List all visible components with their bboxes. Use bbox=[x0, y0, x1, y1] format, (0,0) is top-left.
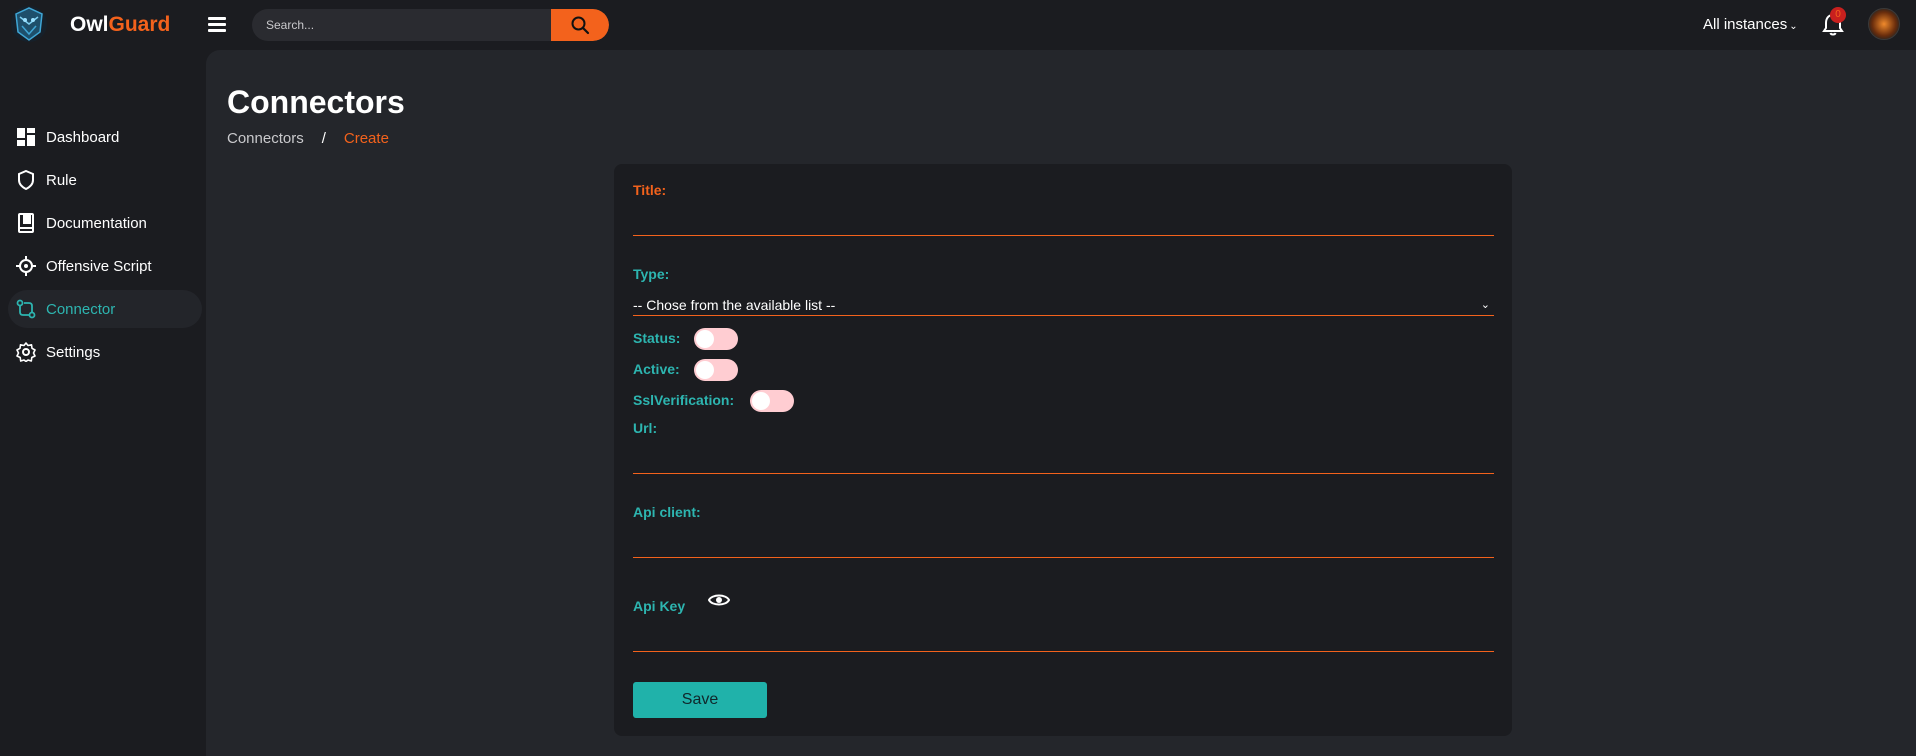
active-label: Active: bbox=[633, 361, 680, 377]
breadcrumb: Connectors / Create bbox=[227, 130, 389, 147]
shield-icon bbox=[16, 170, 36, 190]
dashboard-icon bbox=[16, 127, 36, 147]
status-label: Status: bbox=[633, 330, 681, 346]
chevron-down-icon: ⌄ bbox=[1789, 21, 1798, 32]
api-key-label: Api Key bbox=[633, 598, 686, 614]
api-key-input[interactable] bbox=[633, 616, 1494, 652]
sidebar-item-settings[interactable]: Settings bbox=[8, 333, 202, 371]
sidebar-item-label: Documentation bbox=[46, 214, 147, 232]
sidebar-item-rule[interactable]: Rule bbox=[8, 161, 202, 199]
menu-toggle-icon[interactable] bbox=[208, 17, 226, 32]
search-icon bbox=[571, 16, 590, 35]
main-content: Connectors Connectors / Create Title: Type… bbox=[206, 50, 1916, 756]
page-title: Connectors bbox=[227, 84, 405, 120]
sidebar-item-connector[interactable]: Connector bbox=[8, 290, 202, 328]
breadcrumb-separator: / bbox=[321, 130, 326, 147]
api-client-label: Api client: bbox=[633, 504, 701, 520]
git-compare-icon bbox=[16, 299, 36, 319]
type-label: Type: bbox=[633, 266, 670, 282]
type-select-value: -- Chose from the available list -- bbox=[633, 296, 836, 313]
status-toggle[interactable] bbox=[694, 328, 738, 350]
chevron-down-icon: ⌄ bbox=[1480, 299, 1490, 311]
search-button[interactable] bbox=[551, 9, 609, 41]
type-select[interactable]: -- Chose from the available list -- ⌄ bbox=[633, 294, 1494, 316]
search-bar bbox=[252, 9, 609, 41]
active-toggle[interactable] bbox=[694, 359, 738, 381]
sidebar: Dashboard Rule Documentation Offensive S… bbox=[0, 50, 205, 756]
brand-name[interactable]: OwlGuard bbox=[70, 13, 170, 37]
brand-name-part1: Owl bbox=[70, 13, 109, 36]
sidebar-item-label: Connector bbox=[46, 300, 116, 318]
sidebar-item-label: Dashboard bbox=[46, 128, 120, 146]
sidebar-item-offensive-script[interactable]: Offensive Script bbox=[8, 247, 202, 285]
notification-count-badge: 0 bbox=[1830, 7, 1846, 23]
title-input[interactable] bbox=[633, 206, 1494, 236]
crosshair-icon bbox=[16, 256, 36, 276]
book-icon bbox=[16, 213, 36, 233]
instances-label: All instances bbox=[1703, 16, 1788, 33]
url-input[interactable] bbox=[633, 444, 1494, 474]
ssl-verification-label: SslVerification: bbox=[633, 392, 735, 408]
owlguard-logo-icon[interactable] bbox=[10, 4, 48, 44]
sidebar-item-label: Settings bbox=[46, 343, 101, 361]
api-client-input[interactable] bbox=[633, 528, 1494, 558]
save-button[interactable]: Save bbox=[633, 682, 767, 718]
gear-icon bbox=[16, 342, 36, 362]
ssl-verification-toggle[interactable] bbox=[750, 390, 794, 412]
connector-form: Title: Type: -- Chose from the available… bbox=[614, 164, 1512, 736]
title-label: Title: bbox=[633, 182, 667, 198]
eye-icon[interactable] bbox=[707, 592, 731, 608]
breadcrumb-current: Create bbox=[343, 130, 389, 147]
sidebar-item-documentation[interactable]: Documentation bbox=[8, 204, 202, 242]
brand-name-part2: Guard bbox=[108, 13, 171, 36]
instances-dropdown[interactable]: All instances ⌄ bbox=[1703, 16, 1798, 33]
top-bar: OwlGuard All instances⌄ 0 bbox=[0, 0, 1916, 50]
user-avatar[interactable] bbox=[1868, 8, 1900, 40]
sidebar-item-label: Offensive Script bbox=[46, 257, 152, 275]
sidebar-item-label: Rule bbox=[46, 171, 77, 189]
url-label: Url: bbox=[633, 420, 658, 436]
search-input[interactable] bbox=[252, 9, 552, 41]
sidebar-item-dashboard[interactable]: Dashboard bbox=[8, 118, 202, 156]
breadcrumb-root[interactable]: Connectors bbox=[227, 130, 304, 147]
